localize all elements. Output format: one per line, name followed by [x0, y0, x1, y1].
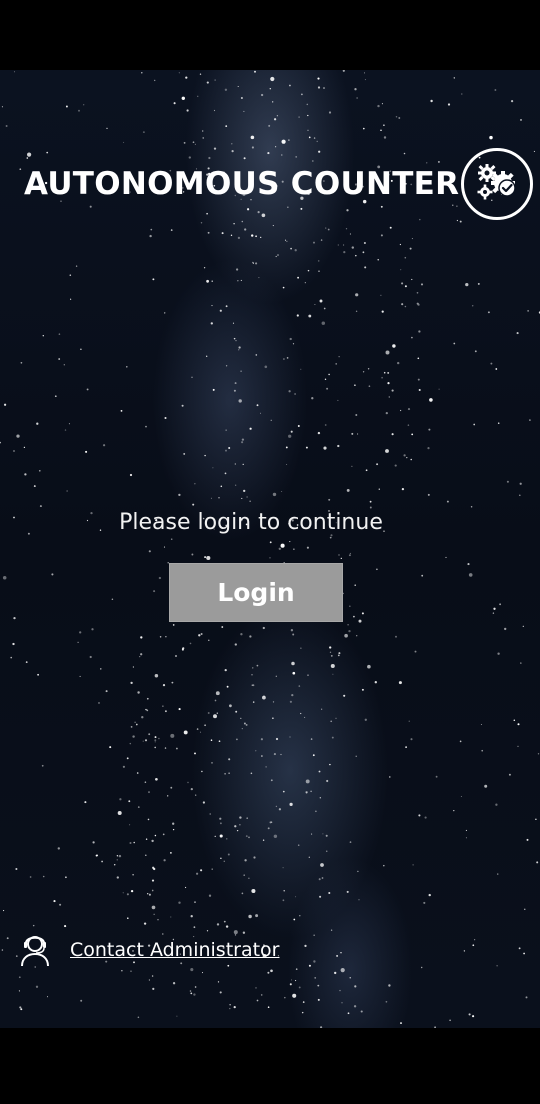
contact-administrator-link[interactable]: Contact Administrator	[18, 932, 279, 968]
bottom-black-bar	[0, 1028, 540, 1104]
user-headset-icon	[21, 936, 49, 967]
app-screen: AUTONOMOUS COUNTER Please login to conti…	[0, 70, 540, 1028]
app-title: AUTONOMOUS COUNTER	[24, 166, 460, 202]
login-prompt: Please login to continue	[119, 510, 383, 535]
login-button[interactable]: Login	[169, 563, 343, 622]
top-black-bar	[0, 0, 540, 70]
starfield-background	[0, 70, 540, 1028]
gears-check-icon	[477, 164, 516, 200]
settings-button[interactable]	[461, 148, 533, 220]
contact-administrator-label[interactable]: Contact Administrator	[70, 939, 279, 961]
